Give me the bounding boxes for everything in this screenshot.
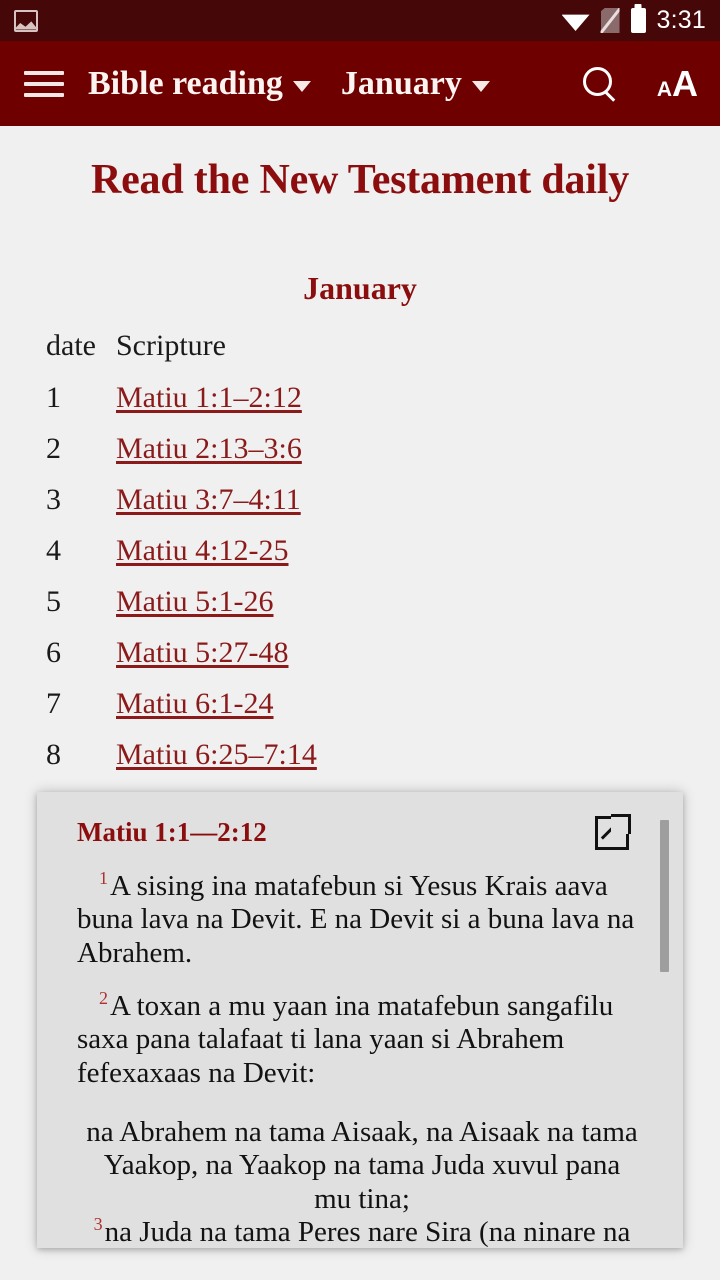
no-sim-icon [600,8,620,33]
row-date: 4 [46,533,61,567]
page-title: Read the New Testament daily [90,157,630,203]
section-dropdown-label: Bible reading [88,64,283,102]
row-date: 1 [46,380,61,414]
month-dropdown-label: January [340,64,462,102]
table-row: 5 Matiu 5:1-26 [46,585,720,619]
hamburger-line [24,70,64,75]
verse-text: na Abrahem na tama Aisaak, na Aisaak na … [86,1116,638,1215]
verse-popup-reference: Matiu 1:1—2:12 [77,817,267,847]
chevron-down-icon [292,80,311,92]
scripture-link[interactable]: Matiu 6:1-24 [116,687,274,721]
table-row: 8 Matiu 6:25–7:14 [46,738,720,772]
status-bar: 3:31 [0,0,720,41]
text-size-icon[interactable]: A A [656,62,698,104]
open-external-icon[interactable] [595,814,631,850]
row-date: 8 [46,737,61,771]
scrollbar-thumb[interactable] [660,820,669,972]
verse-number: 1 [99,868,108,889]
verse-paragraph: 1A sising ina matafebun si Yesus Krais a… [77,868,647,970]
wifi-icon [561,14,590,31]
verse-popup[interactable]: Matiu 1:1—2:12 1A sising ina matafebun s… [37,792,683,1248]
hamburger-line [24,81,64,86]
verse-popup-content: Matiu 1:1—2:12 1A sising ina matafebun s… [37,792,683,1248]
verse-paragraph-poetry: na Abrahem na tama Aisaak, na Aisaak na … [77,1116,647,1216]
scripture-link[interactable]: Matiu 1:1–2:12 [116,381,302,415]
verse-number: 2 [99,988,108,1009]
table-row: 2 Matiu 2:13–3:6 [46,432,720,466]
scripture-link[interactable]: Matiu 5:1-26 [116,585,274,619]
search-icon[interactable] [581,66,617,102]
table-row: 4 Matiu 4:12-25 [46,534,720,568]
verse-text: na Juda na tama Peres nare Sira (na nina… [104,1216,631,1248]
hamburger-line [24,92,64,97]
app-root: 3:31 Bible reading January A A Read the … [0,0,720,1280]
section-dropdown[interactable]: Bible reading [88,64,311,102]
verse-text: A toxan a mu yaan ina matafebun sangafil… [77,990,614,1089]
table-row: 1 Matiu 1:1–2:12 [46,381,720,415]
table-row: 3 Matiu 3:7–4:11 [46,483,720,517]
hamburger-menu-icon[interactable] [24,70,64,97]
scripture-link[interactable]: Matiu 2:13–3:6 [116,432,302,466]
row-date: 7 [46,686,61,720]
scripture-link[interactable]: Matiu 5:27-48 [116,636,289,670]
column-header-date: date [46,328,96,362]
row-date: 5 [46,584,61,618]
status-bar-clock: 3:31 [656,5,706,34]
month-dropdown[interactable]: January [340,64,490,102]
status-bar-right: 3:31 [561,5,706,34]
verse-paragraph: 2A toxan a mu yaan ina matafebun sangafi… [77,988,647,1090]
scripture-link[interactable]: Matiu 3:7–4:11 [116,483,301,517]
verse-popup-header: Matiu 1:1—2:12 [77,814,647,850]
table-header-row: date Scripture [46,329,720,363]
row-date: 6 [46,635,61,669]
text-size-large-label: A [672,62,698,104]
chevron-down-icon [471,80,490,92]
column-header-scripture: Scripture [116,328,226,362]
row-date: 3 [46,482,61,516]
scripture-link[interactable]: Matiu 4:12-25 [116,534,289,568]
scripture-link[interactable]: Matiu 6:25–7:14 [116,738,317,772]
table-row: 6 Matiu 5:27-48 [46,636,720,670]
app-toolbar: Bible reading January A A [0,41,720,130]
row-date: 2 [46,431,61,465]
verse-number: 3 [93,1214,103,1235]
image-notification-icon [14,9,38,32]
text-size-small-label: A [656,77,672,101]
table-row: 7 Matiu 6:1-24 [46,687,720,721]
verse-paragraph-poetry: 3na Juda na tama Peres nare Sira (na nin… [77,1214,647,1248]
toolbar-actions: A A [581,62,698,104]
month-heading: January [303,269,417,306]
verse-popup-scrollbar[interactable] [660,820,669,1220]
verse-text: A sising ina matafebun si Yesus Krais aa… [77,870,635,969]
status-bar-left [14,9,38,32]
battery-icon [630,8,646,33]
